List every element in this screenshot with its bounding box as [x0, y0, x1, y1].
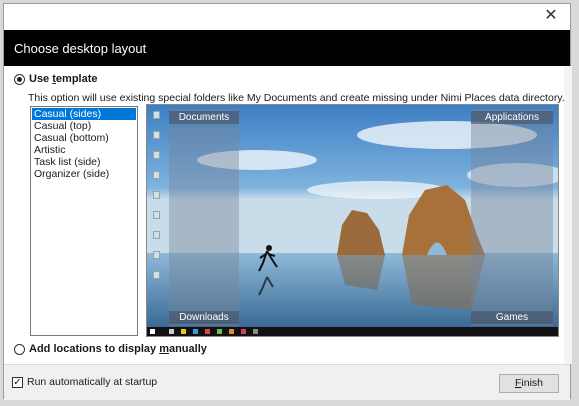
preview-taskbar — [147, 327, 558, 336]
use-template-radio[interactable] — [14, 74, 25, 85]
dialog-footer: ✓ Run automatically at startup Finish — [4, 364, 570, 400]
taskbar-icon — [229, 329, 234, 334]
desktop-icon — [153, 251, 160, 259]
layout-item[interactable]: Casual (bottom) — [32, 132, 136, 144]
taskbar-icon — [217, 329, 222, 334]
taskbar-icon — [241, 329, 246, 334]
checkmark-icon: ✓ — [13, 377, 22, 388]
taskbar-icon — [169, 329, 174, 334]
add-manually-radio[interactable] — [14, 344, 25, 355]
layout-item[interactable]: Casual (top) — [32, 120, 136, 132]
dialog-header: Choose desktop layout — [4, 30, 570, 66]
choose-layout-dialog: ✕ Choose desktop layout Use template Thi… — [3, 3, 572, 400]
layout-listbox[interactable]: Casual (sides) Casual (top) Casual (bott… — [30, 106, 138, 336]
taskbar-icon — [253, 329, 258, 334]
zone-documents-label: Documents — [169, 111, 239, 124]
finish-button[interactable]: Finish — [499, 374, 559, 393]
desktop-icon — [153, 111, 160, 119]
title-bar: ✕ — [4, 4, 570, 30]
desktop-icon — [153, 231, 160, 239]
zone-downloads-label: Downloads — [169, 311, 239, 324]
desktop-icon — [153, 271, 160, 279]
add-manually-label[interactable]: Add locations to display manually — [29, 343, 207, 355]
layout-item[interactable]: Artistic — [32, 144, 136, 156]
zone-documents[interactable]: Documents Downloads — [169, 109, 239, 326]
autostart-label[interactable]: Run automatically at startup — [27, 376, 157, 388]
use-template-label[interactable]: Use template — [29, 73, 98, 85]
window-edge — [564, 66, 572, 364]
zone-applications-label: Applications — [471, 111, 553, 124]
zone-applications[interactable]: Applications Games — [471, 109, 553, 326]
zone-games-label: Games — [471, 311, 553, 324]
desktop-icon — [153, 171, 160, 179]
taskbar-icon — [193, 329, 198, 334]
layout-item[interactable]: Casual (sides) — [32, 108, 136, 120]
template-description: This option will use existing special fo… — [28, 92, 565, 104]
start-icon — [150, 329, 155, 334]
dialog-title: Choose desktop layout — [14, 41, 147, 56]
taskbar-icon — [205, 329, 210, 334]
layout-preview: Documents Downloads Applications Games — [146, 104, 559, 337]
desktop-icon — [153, 211, 160, 219]
desktop-icon — [153, 151, 160, 159]
desktop-icon — [153, 191, 160, 199]
close-icon[interactable]: ✕ — [540, 7, 562, 27]
layout-item[interactable]: Organizer (side) — [32, 168, 136, 180]
layout-item[interactable]: Task list (side) — [32, 156, 136, 168]
taskbar-icon — [181, 329, 186, 334]
autostart-checkbox[interactable]: ✓ — [12, 377, 23, 388]
desktop-icon — [153, 131, 160, 139]
